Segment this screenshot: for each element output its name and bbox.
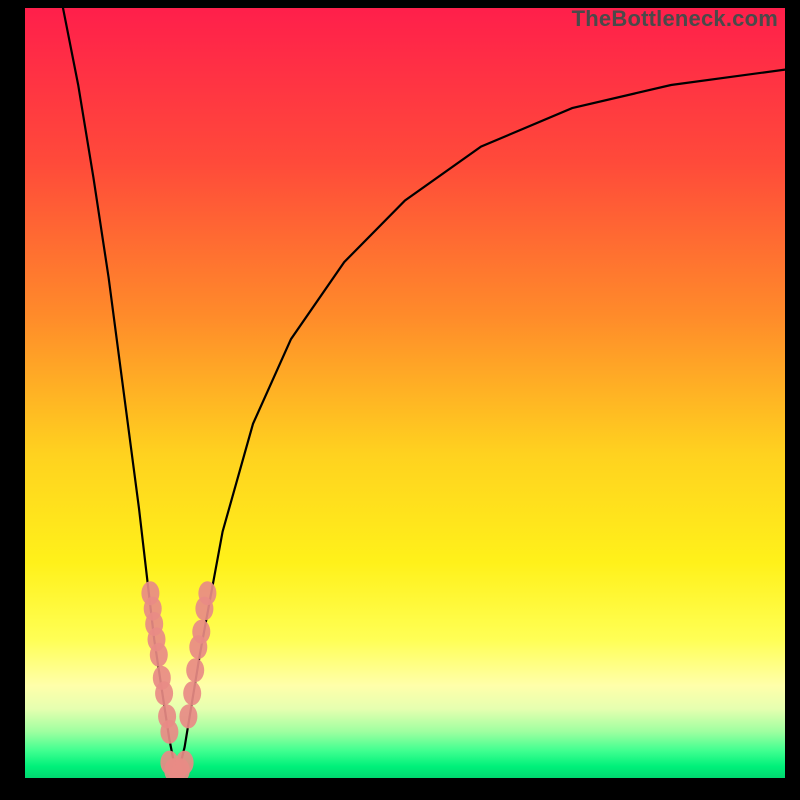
- background-gradient: [25, 8, 785, 778]
- watermark-text: TheBottleneck.com: [572, 6, 778, 32]
- plot-area: [25, 8, 785, 778]
- chart-frame: TheBottleneck.com: [0, 0, 800, 800]
